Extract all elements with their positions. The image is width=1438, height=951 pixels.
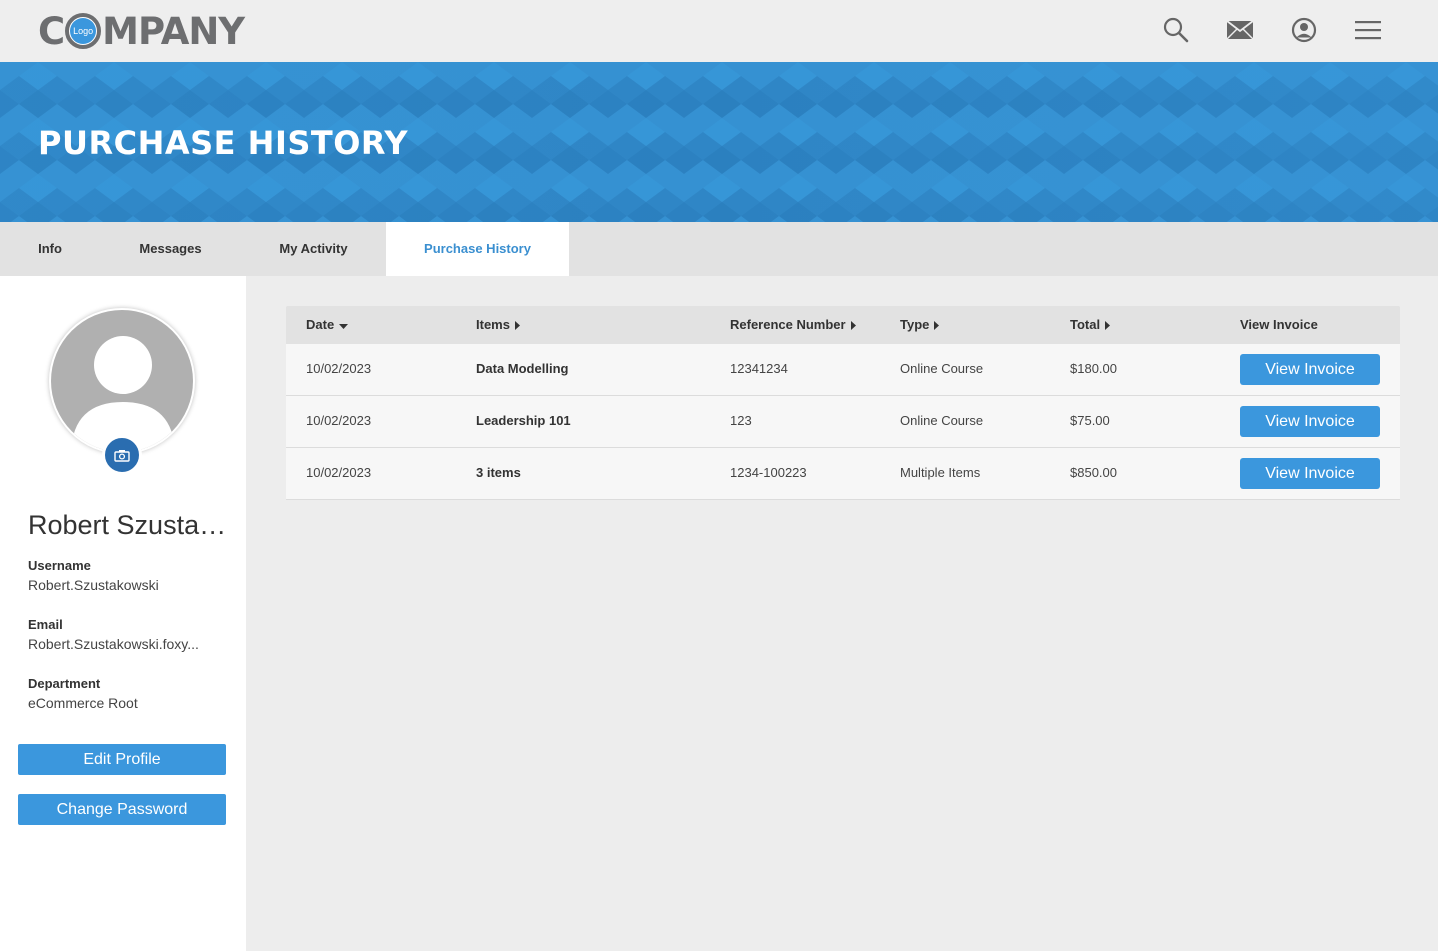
cell-items: 3 items <box>476 465 521 480</box>
cell-date: 10/02/2023 <box>306 465 372 480</box>
column-header-reference[interactable]: Reference Number <box>730 306 857 345</box>
cell-total: $850.00 <box>1070 465 1117 480</box>
user-silhouette-icon <box>51 310 193 452</box>
department-value: eCommerce Root <box>28 695 138 711</box>
cell-reference: 1234-100223 <box>730 465 807 480</box>
tab-info[interactable]: Info <box>0 222 100 276</box>
username-value: Robert.Szustakowski <box>28 577 159 593</box>
column-header-date[interactable]: Date <box>306 306 349 345</box>
table-row: 10/02/2023 3 items 1234-100223 Multiple … <box>286 448 1400 500</box>
logo-badge-text: Logo <box>70 18 97 44</box>
account-icon[interactable] <box>1286 14 1322 46</box>
mail-icon[interactable] <box>1222 14 1258 46</box>
email-value: Robert.Szustakowski.foxy... <box>28 636 199 652</box>
page-title: PURCHASE HISTORY <box>38 124 408 162</box>
search-icon[interactable] <box>1158 14 1194 46</box>
column-header-type[interactable]: Type <box>900 306 940 345</box>
cell-total: $180.00 <box>1070 361 1117 376</box>
logo-text-left: C <box>38 9 65 53</box>
cell-type: Online Course <box>900 413 984 428</box>
username-label: Username <box>28 558 91 573</box>
sort-caret-icon <box>850 307 857 345</box>
cell-type: Multiple Items <box>900 465 981 480</box>
menu-icon[interactable] <box>1350 14 1386 46</box>
view-invoice-button[interactable]: View Invoice <box>1240 354 1380 385</box>
cell-reference: 12341234 <box>730 361 788 376</box>
column-header-total[interactable]: Total <box>1070 306 1111 345</box>
sort-caret-icon <box>934 307 940 345</box>
column-header-view-invoice: View Invoice <box>1240 317 1318 332</box>
avatar <box>49 308 195 454</box>
sort-caret-icon <box>1105 307 1111 345</box>
camera-icon[interactable] <box>102 435 142 475</box>
column-header-label: Type <box>900 317 930 332</box>
page-banner: PURCHASE HISTORY <box>0 62 1438 222</box>
column-header-label: Reference Number <box>730 317 846 332</box>
logo-text-right: MPANY <box>102 9 245 53</box>
user-name: Robert Szustakowski <box>28 510 228 540</box>
department-label: Department <box>28 676 101 691</box>
cell-date: 10/02/2023 <box>306 361 372 376</box>
cell-reference: 123 <box>730 413 752 428</box>
company-logo[interactable]: C Logo MPANY <box>38 9 245 53</box>
cell-items: Data Modelling <box>476 361 569 376</box>
sort-desc-icon <box>339 307 349 345</box>
cell-total: $75.00 <box>1070 413 1110 428</box>
table-row: 10/02/2023 Data Modelling 12341234 Onlin… <box>286 344 1400 396</box>
tab-messages[interactable]: Messages <box>100 222 241 276</box>
view-invoice-button[interactable]: View Invoice <box>1240 458 1380 489</box>
column-header-items[interactable]: Items <box>476 306 521 345</box>
email-label: Email <box>28 617 63 632</box>
tab-purchase-history[interactable]: Purchase History <box>386 222 569 276</box>
table-header: Date Items Reference Number Type Total V… <box>286 306 1400 344</box>
cell-items: Leadership 101 <box>476 413 571 428</box>
logo-badge: Logo <box>65 13 102 49</box>
view-invoice-button[interactable]: View Invoice <box>1240 406 1380 437</box>
cell-type: Online Course <box>900 361 984 376</box>
cell-date: 10/02/2023 <box>306 413 372 428</box>
table-row: 10/02/2023 Leadership 101 123 Online Cou… <box>286 396 1400 448</box>
edit-profile-button[interactable]: Edit Profile <box>18 744 226 775</box>
profile-tabs: Info Messages My Activity Purchase Histo… <box>0 222 1438 276</box>
purchase-history-table: Date Items Reference Number Type Total V… <box>286 306 1400 500</box>
tab-my-activity[interactable]: My Activity <box>241 222 386 276</box>
column-header-label: Date <box>306 317 335 332</box>
change-password-button[interactable]: Change Password <box>18 794 226 825</box>
profile-sidebar: Robert Szustakowski Username Robert.Szus… <box>0 276 246 951</box>
sort-caret-icon <box>514 307 521 345</box>
column-header-label: Total <box>1070 317 1101 332</box>
column-header-label: Items <box>476 317 510 332</box>
top-bar: C Logo MPANY <box>0 0 1438 62</box>
